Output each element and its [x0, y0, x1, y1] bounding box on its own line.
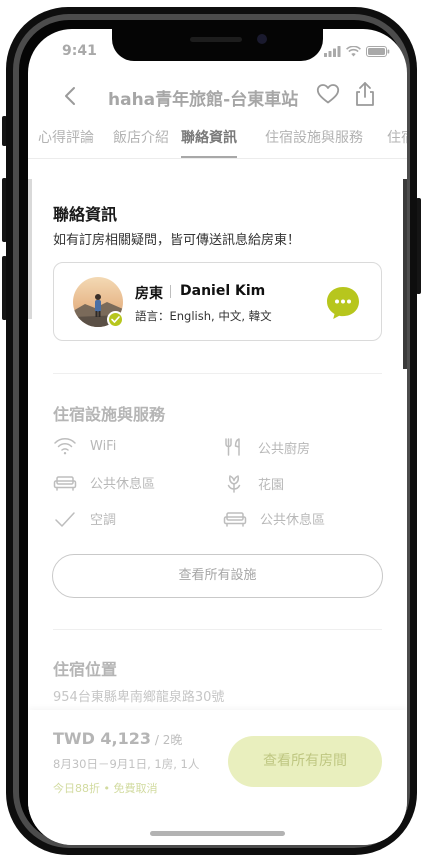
facility-label: 公共廚房	[258, 441, 311, 457]
facility-label: 空調	[90, 513, 117, 528]
host-role: 房東	[135, 286, 163, 302]
host-name: Daniel Kim	[180, 283, 266, 299]
tab-facilities[interactable]: 住宿設施與服務	[265, 127, 363, 156]
facility-label: 公共休息區	[260, 513, 326, 528]
sofa-icon	[223, 511, 247, 527]
home-indicator	[150, 831, 285, 836]
cellular-signal-icon	[324, 46, 341, 57]
kitchen-utensils-icon	[225, 438, 240, 456]
right-edge-shade	[403, 179, 407, 369]
wifi-icon	[54, 438, 76, 455]
section-divider	[53, 373, 382, 374]
facility-item: 空調	[53, 509, 116, 528]
status-time: 9:41	[62, 43, 97, 59]
host-separator	[170, 285, 171, 298]
price-amount: TWD 4,123	[53, 729, 152, 748]
price-unit: / 2晚	[151, 733, 183, 747]
chat-bubble-icon[interactable]	[325, 285, 361, 321]
view-all-rooms-button[interactable]: 查看所有房間	[228, 736, 382, 787]
facility-item: 公共廚房	[223, 437, 310, 457]
tab-reviews[interactable]: 心得評論	[38, 127, 94, 156]
share-icon[interactable]	[354, 81, 376, 107]
wifi-status-icon	[346, 46, 361, 57]
location-address: 954台東縣卑南鄉龍泉路30號	[53, 690, 225, 705]
flower-icon	[227, 475, 241, 493]
facility-label: 花園	[258, 477, 285, 493]
facility-item: WiFi	[53, 437, 116, 455]
host-languages: 語言：English, 中文, 韓文	[135, 309, 272, 323]
facilities-section-title: 住宿設施與服務	[53, 405, 166, 424]
checkmark-icon	[55, 511, 75, 527]
facility-label: 公共休息區	[90, 477, 156, 492]
tab-contact[interactable]: 聯絡資訊	[181, 127, 237, 158]
app-header: haha青年旅館-台東車站	[28, 73, 407, 121]
stay-dates: 8月30日－9月1日, 1房, 1人	[53, 757, 200, 771]
tab-hotel-intro[interactable]: 飯店介紹	[113, 127, 169, 156]
phone-frame: 9:41 haha青年旅館-台東車站 心得評論 飯店介紹 聯絡資訊 住宿設施與服…	[6, 7, 417, 855]
sofa-icon	[53, 475, 77, 491]
booking-bar: TWD 4,123 / 2晚 8月30日－9月1日, 1房, 1人 今日88折 …	[28, 710, 407, 845]
price-summary: TWD 4,123 / 2晚	[53, 729, 182, 748]
tab-location[interactable]: 住宿位置	[387, 127, 407, 156]
facility-item: 花園	[223, 473, 284, 493]
left-edge-shade	[28, 179, 32, 319]
heart-icon[interactable]	[316, 83, 340, 105]
front-camera	[257, 34, 267, 44]
back-arrow-icon[interactable]	[60, 84, 82, 108]
host-card: 房東 Daniel Kim 語言：English, 中文, 韓文	[53, 262, 382, 341]
notch	[112, 29, 323, 61]
promo-text: 今日88折 • 免費取消	[53, 782, 158, 795]
view-all-facilities-button[interactable]: 查看所有設施	[52, 554, 383, 598]
facility-item: 公共休息區	[53, 473, 155, 492]
facility-item: 公共休息區	[223, 509, 325, 528]
battery-icon	[366, 46, 390, 57]
contact-description: 如有訂房相關疑問，皆可傳送訊息給房東！	[53, 233, 301, 248]
verified-badge-icon	[107, 311, 124, 328]
facility-label: WiFi	[90, 438, 117, 454]
page-title: haha青年旅館-台東車站	[108, 90, 299, 110]
status-icons	[324, 46, 390, 57]
section-tabs: 心得評論 飯店介紹 聯絡資訊 住宿設施與服務 住宿位置	[28, 125, 407, 159]
screen: 9:41 haha青年旅館-台東車站 心得評論 飯店介紹 聯絡資訊 住宿設施與服…	[28, 29, 407, 845]
location-section-title: 住宿位置	[53, 660, 118, 679]
section-divider	[53, 629, 382, 630]
contact-section-title: 聯絡資訊	[53, 205, 118, 224]
speaker	[190, 37, 242, 42]
